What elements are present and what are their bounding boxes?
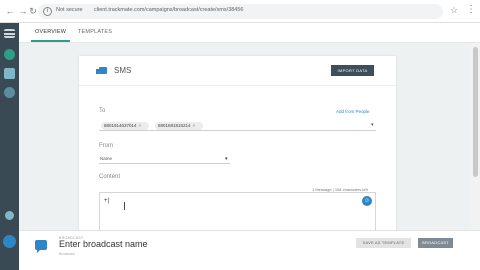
app-sidebar <box>0 23 19 270</box>
url-text[interactable]: client.trackmate.com/campaigns/broadcast… <box>94 7 394 13</box>
broadcast-nav-icon[interactable] <box>4 49 15 60</box>
address-bar[interactable]: i Not secure client.trackmate.com/campai… <box>38 4 443 19</box>
contacts-nav-icon[interactable] <box>4 87 15 98</box>
from-label: From <box>99 143 113 149</box>
recipient-number: 8801914637014 <box>104 123 137 128</box>
broadcast-subcaption: Broadcast <box>59 252 75 256</box>
personalize-icon[interactable]: ☺ <box>362 196 372 206</box>
content-label: Content <box>99 174 121 180</box>
avatar[interactable] <box>3 235 16 248</box>
broadcast-name-input[interactable]: Enter broadcast name <box>59 239 148 249</box>
broadcast-button[interactable]: BROADCAST <box>418 238 453 248</box>
hamburger-menu-icon[interactable] <box>4 29 15 38</box>
chevron-down-icon[interactable]: ▾ <box>225 156 228 162</box>
text-cursor <box>124 202 125 210</box>
recipient-number: 8801681815214 <box>158 123 191 128</box>
main-content: SMS IMPORT DATA To Add from People 88019… <box>19 43 471 230</box>
security-label: Not secure <box>56 7 83 13</box>
browser-toolbar: ← → ↻ i Not secure client.trackmate.com/… <box>0 0 480 23</box>
chip-remove-icon[interactable]: × <box>193 123 196 128</box>
inbox-nav-icon[interactable] <box>4 68 15 79</box>
back-icon[interactable]: ← <box>4 5 16 17</box>
tab-templates[interactable]: TEMPLATES <box>78 29 112 35</box>
broadcast-footer: BROADCAST Enter broadcast name Broadcast… <box>19 230 480 270</box>
sms-card: SMS IMPORT DATA To Add from People 88019… <box>79 56 396 230</box>
chip-remove-icon[interactable]: × <box>139 123 142 128</box>
message-content-textarea[interactable]: +| ☺ <box>99 192 376 230</box>
message-bubble-icon <box>35 240 47 253</box>
info-icon[interactable]: i <box>43 7 52 16</box>
to-label: To <box>99 108 106 114</box>
from-select[interactable]: Name ▾ <box>99 154 230 164</box>
scrollbar[interactable] <box>471 43 480 230</box>
save-as-template-button[interactable]: SAVE AS TEMPLATE <box>356 238 411 248</box>
import-data-button[interactable]: IMPORT DATA <box>331 65 374 76</box>
recipient-chip[interactable]: 8801681815214 × <box>155 122 203 130</box>
card-header: SMS IMPORT DATA <box>79 56 396 86</box>
add-from-people-link[interactable]: Add from People <box>336 109 370 114</box>
browser-menu-icon[interactable]: ⋮ <box>466 4 476 15</box>
sms-chat-icon <box>96 67 107 74</box>
bookmark-star-icon[interactable]: ☆ <box>450 5 458 16</box>
recipient-chip[interactable]: 8801914637014 × <box>101 122 149 130</box>
tab-overview[interactable]: OVERVIEW <box>30 29 71 42</box>
settings-nav-icon[interactable] <box>5 211 14 220</box>
scrollbar-thumb[interactable] <box>473 47 478 177</box>
chevron-down-icon[interactable]: ▾ <box>371 122 374 128</box>
page-tabs: OVERVIEW TEMPLATES <box>19 23 480 43</box>
content-text: +| <box>104 198 110 204</box>
recipients-field[interactable]: 8801914637014 × 8801681815214 × ▾ <box>99 119 376 131</box>
from-selected-value: Name <box>100 156 113 161</box>
card-title: SMS <box>114 66 132 75</box>
